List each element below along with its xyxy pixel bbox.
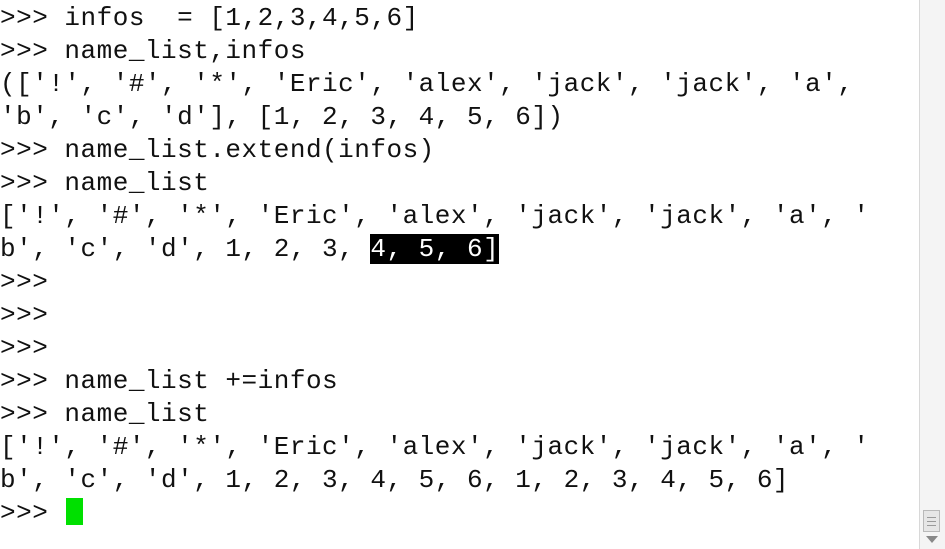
console-line: >>> name_list <box>0 398 209 431</box>
console-text: >>> name_list <box>0 168 210 198</box>
console-text: b', 'c', 'd', 1, 2, 3, 4, 5, 6, 1, 2, 3,… <box>0 465 790 495</box>
console-line: >>> name_list,infos <box>0 35 306 68</box>
console-text: 'b', 'c', 'd'], [1, 2, 3, 4, 5, 6]) <box>0 102 564 132</box>
console-text: ['!', '#', '*', 'Eric', 'alex', 'jack', … <box>0 432 870 462</box>
console-line: >>> name_list +=infos <box>0 365 338 398</box>
console-text: ['!', '#', '*', 'Eric', 'alex', 'jack', … <box>0 201 870 231</box>
console-line: >>> <box>0 299 48 332</box>
console-line: >>> name_list.extend(infos) <box>0 134 435 167</box>
scroll-down-arrow-icon[interactable] <box>926 536 938 543</box>
console-text: >>> name_list +=infos <box>0 366 339 396</box>
console-text: >>> name_list <box>0 399 210 429</box>
console-line: >>> name_list <box>0 167 209 200</box>
python-console[interactable]: >>> infos = [1,2,3,4,5,6] >>> name_list,i… <box>0 0 920 549</box>
console-line: b', 'c', 'd', 1, 2, 3, 4, 5, 6, 1, 2, 3,… <box>0 464 789 497</box>
console-line: >>> infos = [1,2,3,4,5,6] <box>0 2 419 35</box>
console-text: >>> infos = [1,2,3,4,5,6] <box>0 3 419 33</box>
text-cursor <box>66 498 84 525</box>
console-text: >>> <box>0 333 49 363</box>
console-text: (['!', '#', '*', 'Eric', 'alex', 'jack',… <box>0 69 854 99</box>
console-line: >>> <box>0 332 48 365</box>
vertical-scrollbar[interactable] <box>919 0 945 549</box>
console-text: >>> <box>0 498 65 528</box>
scrollbar-thumb[interactable] <box>923 510 940 532</box>
console-line: (['!', '#', '*', 'Eric', 'alex', 'jack',… <box>0 68 853 101</box>
console-text: >>> name_list.extend(infos) <box>0 135 435 165</box>
console-line: ['!', '#', '*', 'Eric', 'alex', 'jack', … <box>0 431 870 464</box>
console-line: 'b', 'c', 'd'], [1, 2, 3, 4, 5, 6]) <box>0 101 564 134</box>
console-line: ['!', '#', '*', 'Eric', 'alex', 'jack', … <box>0 200 870 233</box>
console-text: >>> <box>0 267 49 297</box>
selected-text: 4, 5, 6] <box>370 234 500 264</box>
console-text: >>> <box>0 300 49 330</box>
console-line: >>> <box>0 266 48 299</box>
console-line: >>> <box>0 497 84 530</box>
console-text: b', 'c', 'd', 1, 2, 3, <box>0 234 371 264</box>
console-text: >>> name_list,infos <box>0 36 306 66</box>
console-line: b', 'c', 'd', 1, 2, 3, 4, 5, 6] <box>0 233 500 266</box>
